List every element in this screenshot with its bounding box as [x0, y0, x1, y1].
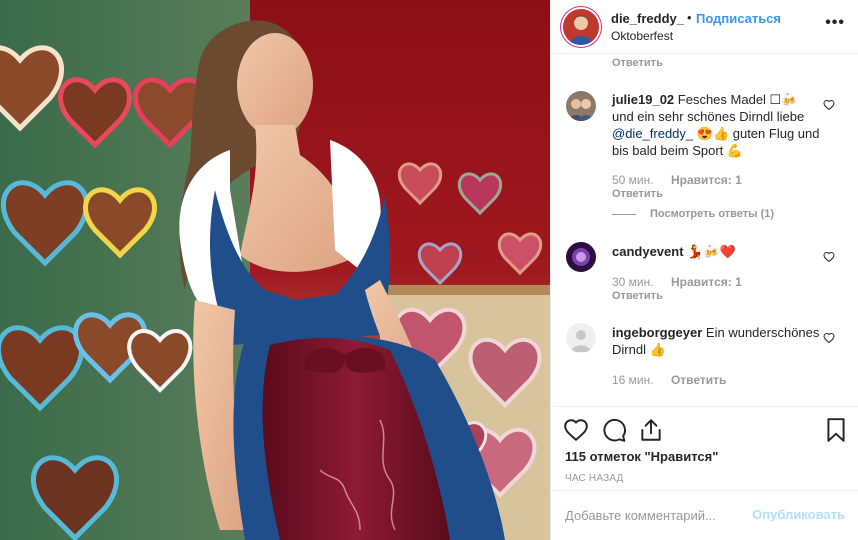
comment-username[interactable]: julie19_02: [612, 92, 674, 107]
avatar[interactable]: [566, 91, 596, 121]
header-separator: •: [687, 10, 692, 25]
bookmark-icon[interactable]: [823, 417, 849, 443]
view-replies-label: Посмотреть ответы (1): [650, 208, 775, 220]
comment-time[interactable]: 50 мин.: [612, 173, 654, 187]
comment-icon[interactable]: [601, 417, 627, 443]
post-photo[interactable]: [0, 0, 550, 540]
share-icon[interactable]: [638, 417, 664, 443]
mention-link[interactable]: @die_freddy_: [612, 126, 693, 141]
comment-text: candyevent 💃🍻❤️: [612, 243, 822, 260]
comment-likes[interactable]: Нравится: 1: [671, 275, 742, 289]
comment-text: ingeborggeyer Ein wunderschönes Dirndl 👍: [612, 324, 822, 358]
author-avatar[interactable]: [563, 9, 599, 45]
heart-icon[interactable]: [823, 251, 835, 263]
reply-button[interactable]: Ответить: [671, 373, 726, 387]
post-time[interactable]: ЧАС НАЗАД: [565, 473, 624, 484]
avatar[interactable]: [566, 323, 596, 353]
heart-icon[interactable]: [823, 99, 835, 111]
heart-icon[interactable]: [563, 417, 589, 443]
post-location[interactable]: Oktoberfest: [611, 29, 673, 43]
comment-composer: Опубликовать: [551, 490, 858, 540]
more-icon[interactable]: •••: [825, 14, 845, 32]
comment-meta: 50 мин. Нравится: 1: [612, 173, 756, 187]
comment-time[interactable]: 16 мин.: [612, 373, 654, 387]
follow-button[interactable]: Подписаться: [696, 11, 781, 26]
comment-time[interactable]: 30 мин.: [612, 275, 654, 289]
comment-username[interactable]: ingeborggeyer: [612, 325, 702, 340]
comment-text-part: 💃🍻❤️: [687, 244, 736, 259]
likes-count[interactable]: 115 отметок "Нравится": [565, 449, 718, 464]
heart-icon[interactable]: [823, 332, 835, 344]
comment-text: julie19_02 Fesches Madel ☐🍻 und ein sehr…: [612, 91, 822, 159]
divider: [612, 213, 636, 215]
comment-username[interactable]: candyevent: [612, 244, 684, 259]
post-header: die_freddy_ • Подписаться Oktoberfest ••…: [551, 0, 858, 54]
comment-meta: 16 мин. Ответить: [612, 373, 740, 387]
post-photo-image: [0, 0, 550, 540]
comment-likes[interactable]: Нравится: 1: [671, 173, 742, 187]
view-replies-button[interactable]: Посмотреть ответы (1): [612, 208, 774, 220]
reply-button[interactable]: Ответить: [612, 188, 663, 200]
comment-meta: 30 мин. Нравится: 1: [612, 275, 756, 289]
post-comment-button[interactable]: Опубликовать: [752, 507, 845, 522]
reply-button[interactable]: Ответить: [612, 57, 663, 69]
post-details-panel: die_freddy_ • Подписаться Oktoberfest ••…: [550, 0, 858, 540]
author-username[interactable]: die_freddy_: [611, 11, 684, 26]
comments-list[interactable]: Ответить julie19_02 Fesches Madel ☐🍻 und…: [551, 55, 858, 406]
comment-input[interactable]: [565, 505, 745, 525]
avatar[interactable]: [566, 242, 596, 272]
reply-button[interactable]: Ответить: [612, 290, 663, 302]
